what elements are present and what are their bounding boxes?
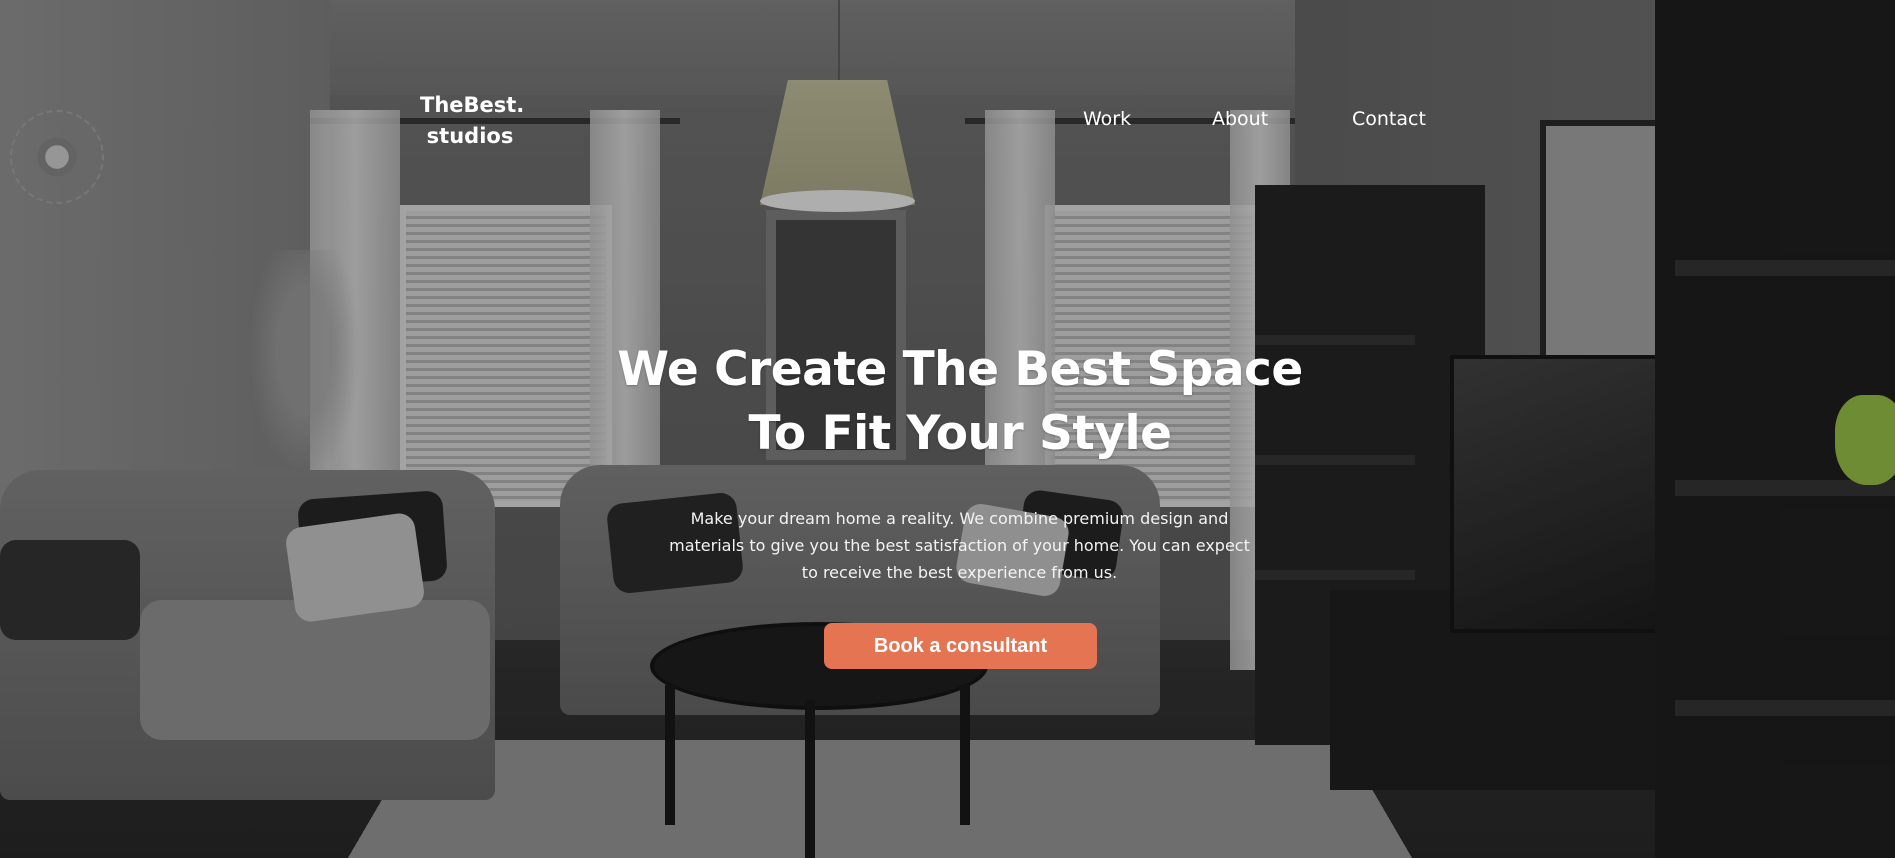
nav-link-about[interactable]: About — [1212, 108, 1268, 130]
nav-link-work[interactable]: Work — [1083, 108, 1131, 130]
hero-title-line1: We Create The Best Space — [617, 342, 1303, 397]
book-consultant-button[interactable]: Book a consultant — [824, 623, 1097, 669]
nav-link-contact[interactable]: Contact — [1352, 108, 1426, 130]
hero-subtitle: Make your dream home a reality. We combi… — [669, 509, 1250, 582]
hero-title-line2: To Fit Your Style — [748, 406, 1172, 461]
hero-title: We Create The Best Space To Fit Your Sty… — [560, 338, 1360, 466]
main-nav: Work About Contact — [0, 108, 1895, 138]
